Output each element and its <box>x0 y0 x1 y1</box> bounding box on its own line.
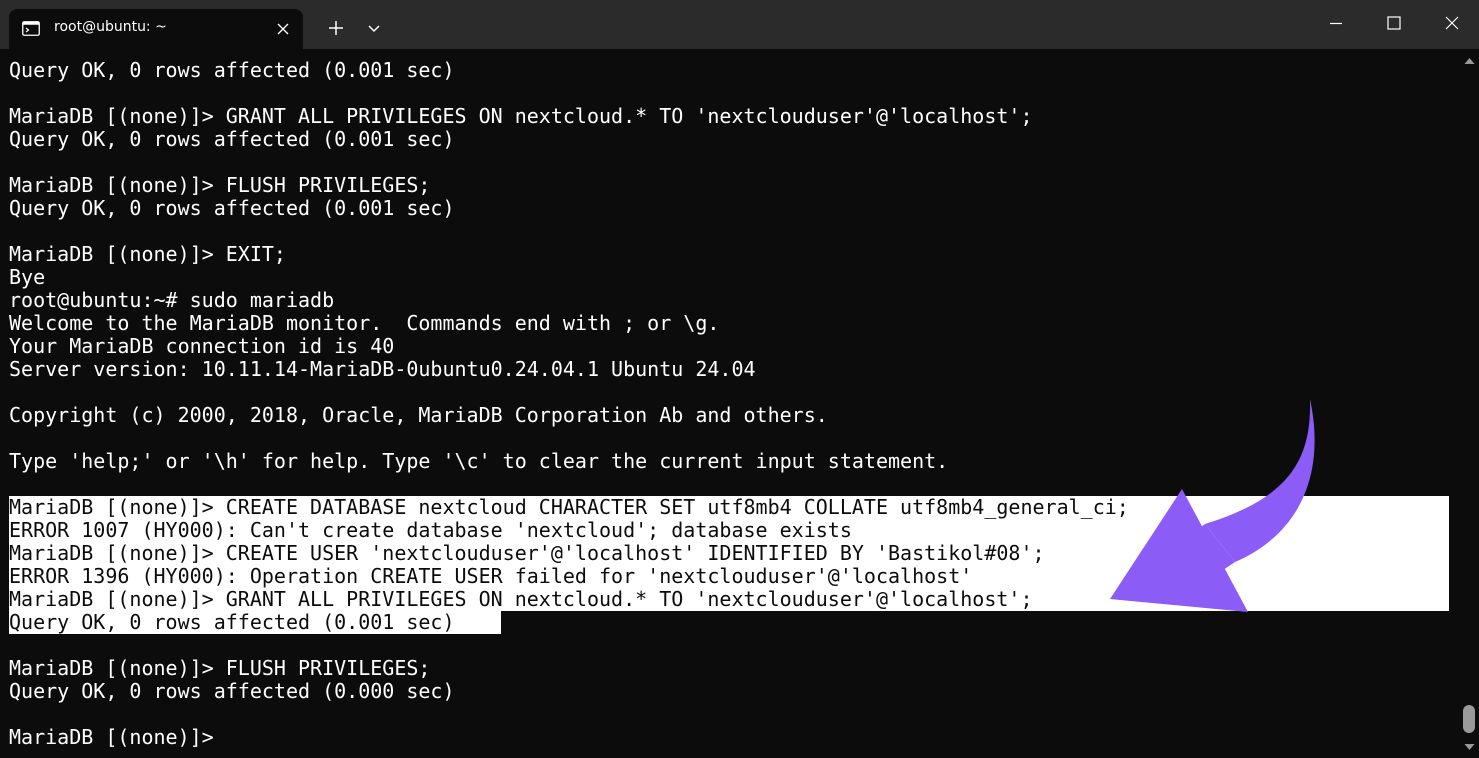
maximize-icon <box>1387 16 1401 30</box>
scroll-up-icon[interactable] <box>1464 57 1475 65</box>
terminal-line: Query OK, 0 rows affected (0.000 sec) <box>9 679 455 703</box>
plus-icon[interactable] <box>322 14 350 42</box>
title-bar: root@ubuntu: ~ <box>0 0 1479 49</box>
terminal-line: Copyright (c) 2000, 2018, Oracle, MariaD… <box>9 403 828 427</box>
terminal-line: Welcome to the MariaDB monitor. Commands… <box>9 311 720 335</box>
terminal-line: MariaDB [(none)]> CREATE USER 'nextcloud… <box>9 541 1045 565</box>
terminal-line: Server version: 10.11.14-MariaDB-0ubuntu… <box>9 357 756 381</box>
scrollbar[interactable] <box>1460 49 1479 758</box>
minimize-icon <box>1330 22 1342 25</box>
terminal-line: Bye <box>9 265 46 289</box>
terminal-line: Your MariaDB connection id is 40 <box>9 334 395 358</box>
curved-arrow-icon <box>1110 399 1315 612</box>
close-icon <box>1445 16 1459 30</box>
close-icon[interactable] <box>273 19 293 39</box>
tab-terminal[interactable]: root@ubuntu: ~ <box>9 9 303 49</box>
terminal-icon <box>22 21 40 36</box>
scroll-thumb[interactable] <box>1463 705 1475 733</box>
terminal-line: MariaDB [(none)]> GRANT ALL PRIVILEGES O… <box>9 104 1033 128</box>
terminal-output[interactable]: Query OK, 0 rows affected (0.001 sec) Ma… <box>0 49 1460 758</box>
chevron-down-icon[interactable] <box>360 14 388 42</box>
terminal-line: ERROR 1007 (HY000): Can't create databas… <box>9 518 852 542</box>
terminal-line: MariaDB [(none)]> EXIT; <box>9 242 286 266</box>
terminal-line: Query OK, 0 rows affected (0.001 sec) <box>9 196 455 220</box>
close-button[interactable] <box>1423 0 1479 46</box>
terminal-line: root@ubuntu:~# sudo mariadb <box>9 288 335 312</box>
terminal-prompt: MariaDB [(none)]> <box>9 725 214 749</box>
terminal-line: MariaDB [(none)]> FLUSH PRIVILEGES; <box>9 656 431 680</box>
tab-title: root@ubuntu: ~ <box>54 19 167 35</box>
maximize-button[interactable] <box>1365 0 1423 46</box>
terminal-line: MariaDB [(none)]> GRANT ALL PRIVILEGES O… <box>9 587 1033 611</box>
minimize-button[interactable] <box>1307 0 1365 46</box>
terminal-line: MariaDB [(none)]> CREATE DATABASE nextcl… <box>9 495 1129 519</box>
terminal-line: ERROR 1396 (HY000): Operation CREATE USE… <box>9 564 973 588</box>
terminal-line: Type 'help;' or '\h' for help. Type '\c'… <box>9 449 949 473</box>
terminal-line: Query OK, 0 rows affected (0.001 sec) <box>9 58 455 82</box>
terminal-line: MariaDB [(none)]> FLUSH PRIVILEGES; <box>9 173 431 197</box>
terminal-line: Query OK, 0 rows affected (0.001 sec) <box>9 127 455 151</box>
scroll-down-icon[interactable] <box>1464 743 1475 751</box>
terminal-window: root@ubuntu: ~ Query OK, 0 rows affected… <box>0 0 1479 758</box>
terminal-line: Query OK, 0 rows affected (0.001 sec) <box>9 610 455 634</box>
